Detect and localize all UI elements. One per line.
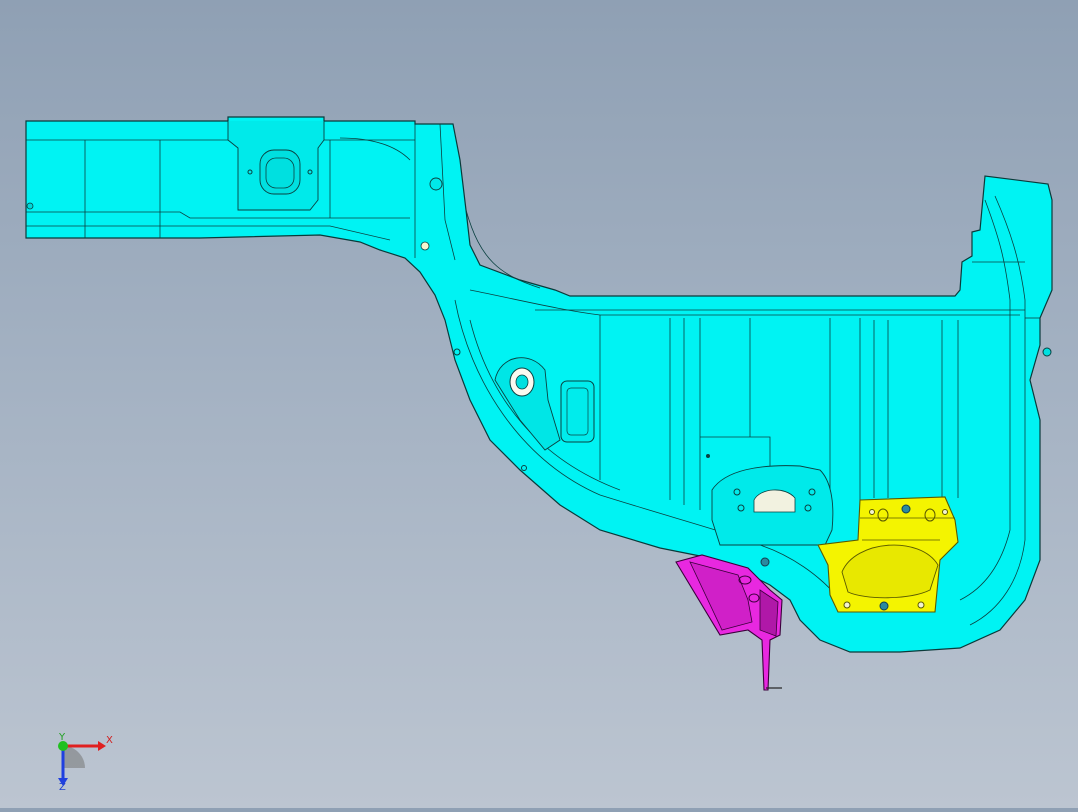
y-axis-label: Y (58, 732, 66, 743)
rail-mount-hole (429, 177, 443, 191)
rail-end-hole (26, 202, 34, 210)
bolt-marker (901, 504, 911, 514)
floor-pocket[interactable] (560, 380, 595, 443)
model-canvas[interactable] (0, 0, 1078, 808)
center-mount-bracket[interactable] (711, 465, 834, 546)
point-marker (706, 454, 710, 458)
side-hole-right (1042, 347, 1052, 357)
weld-point (420, 241, 430, 251)
bolt-marker (879, 601, 889, 611)
x-axis-label: X (106, 735, 113, 746)
rail-top-bracket[interactable] (227, 121, 325, 211)
bolt-marker (760, 557, 770, 567)
triad-graphic: X Y Z (58, 732, 113, 793)
orientation-triad[interactable]: X Y Z (50, 730, 120, 793)
x-arrow-head (98, 741, 106, 751)
z-axis-label: Z (59, 782, 66, 790)
cad-viewport[interactable] (0, 0, 1078, 808)
